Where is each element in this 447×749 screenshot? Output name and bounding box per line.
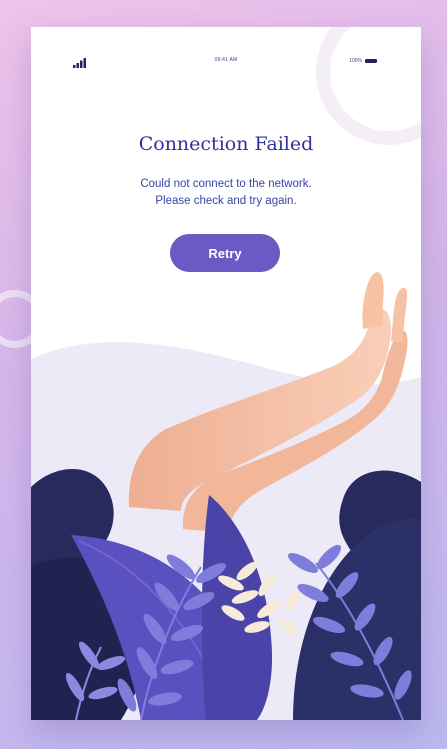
page-title: Connection Failed	[138, 133, 314, 155]
error-message: Could not connect to the network. Please…	[31, 176, 421, 210]
battery-indicator: 100%	[349, 56, 377, 66]
battery-percentage: 100%	[349, 58, 362, 64]
foot-shape	[362, 272, 384, 329]
error-message-line-1: Could not connect to the network.	[140, 178, 312, 190]
phone-screen: 09:41 AM 100% Connection Failed Could no…	[31, 27, 421, 720]
error-message-line-2: Please check and try again.	[155, 195, 297, 207]
status-bar: 09:41 AM 100%	[31, 27, 421, 97]
battery-icon	[365, 59, 377, 63]
legs-in-plants-illustration	[31, 272, 421, 720]
